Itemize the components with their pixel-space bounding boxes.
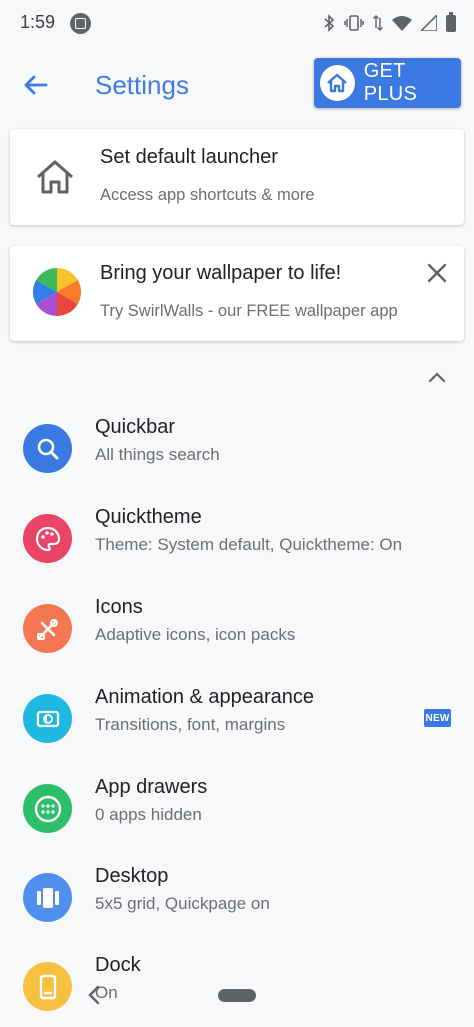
icons-icon [23, 604, 72, 653]
wifi-icon [392, 16, 412, 31]
settings-item-desktop[interactable]: Desktop 5x5 grid, Quickpage on [0, 862, 474, 934]
vibrate-icon [344, 15, 364, 31]
signal-icon [421, 15, 437, 31]
item-title: App drawers [95, 776, 208, 798]
settings-item-dock[interactable]: Dock On [0, 951, 474, 1023]
new-badge: NEW [424, 709, 451, 727]
settings-item-quicktheme[interactable]: Quicktheme Theme: System default, Quickt… [0, 503, 474, 575]
nav-back-icon[interactable] [86, 983, 102, 1007]
settings-item-animation-appearance[interactable]: Animation & appearance Transitions, font… [0, 683, 474, 755]
item-title: Desktop [95, 865, 169, 887]
data-arrows-icon [373, 15, 383, 31]
settings-item-quickbar[interactable]: Quickbar All things search [0, 413, 474, 485]
card-subtitle: Access app shortcuts & more [100, 186, 315, 204]
get-plus-label: GET PLUS [363, 60, 418, 105]
card-title: Bring your wallpaper to life! [100, 262, 342, 284]
home-icon [37, 160, 73, 194]
card-title: Set default launcher [100, 146, 278, 168]
dock-icon [23, 962, 72, 1011]
page-title: Settings [95, 70, 189, 100]
item-title: Dock [95, 954, 141, 976]
item-title: Quickbar [95, 416, 176, 438]
status-icons [323, 11, 456, 34]
item-subtitle: All things search [95, 445, 220, 464]
swirlwalls-promo-card[interactable]: Bring your wallpaper to life! Try SwirlW… [10, 246, 464, 341]
close-icon[interactable] [424, 260, 450, 286]
battery-icon [446, 11, 456, 32]
chevron-up-icon[interactable] [426, 368, 448, 386]
item-subtitle: 5x5 grid, Quickpage on [95, 894, 270, 913]
app-drawer-icon [23, 784, 72, 833]
set-default-launcher-card[interactable]: Set default launcher Access app shortcut… [10, 129, 464, 225]
item-subtitle: 0 apps hidden [95, 805, 202, 824]
bluetooth-icon [324, 14, 335, 32]
item-subtitle: Adaptive icons, icon packs [95, 625, 296, 644]
item-subtitle: Transitions, font, margins [95, 715, 286, 734]
back-arrow-icon[interactable] [18, 66, 56, 104]
settings-item-icons[interactable]: Icons Adaptive icons, icon packs [0, 593, 474, 665]
palette-icon [23, 514, 72, 563]
item-title: Icons [95, 596, 143, 618]
search-icon [23, 424, 72, 473]
swirlwalls-icon [32, 268, 82, 316]
animation-icon [23, 694, 72, 743]
card-subtitle: Try SwirlWalls - our FREE wallpaper app [100, 302, 398, 320]
app-bar: Settings GET PLUS [0, 56, 474, 112]
nav-home-pill[interactable] [218, 989, 256, 1002]
status-bar: 1:59 [0, 0, 474, 46]
status-time: 1:59 [20, 12, 56, 32]
get-plus-button[interactable]: GET PLUS [314, 58, 461, 108]
settings-item-app-drawers[interactable]: App drawers 0 apps hidden [0, 773, 474, 845]
item-subtitle: Theme: System default, Quicktheme: On [95, 535, 403, 554]
desktop-icon [23, 873, 72, 922]
item-title: Animation & appearance [95, 686, 315, 708]
item-title: Quicktheme [95, 506, 202, 528]
home-icon [320, 65, 355, 101]
notification-app-icon [70, 13, 91, 34]
